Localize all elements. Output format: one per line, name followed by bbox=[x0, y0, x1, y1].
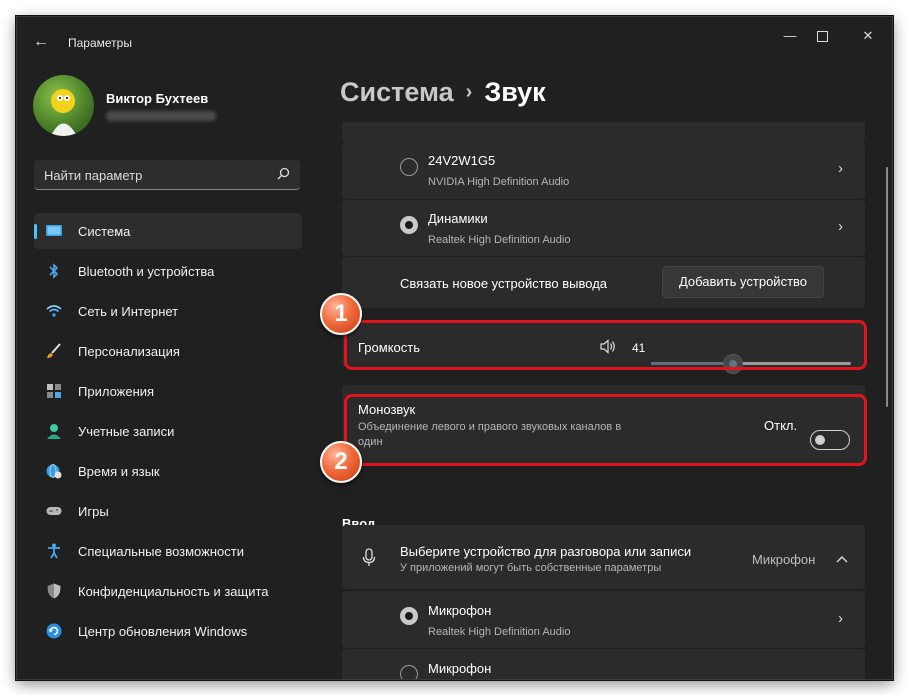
pair-output-label: Связать новое устройство вывода bbox=[400, 276, 608, 291]
accessibility-icon bbox=[48, 543, 60, 559]
search-icon[interactable] bbox=[277, 167, 290, 180]
output-device-driver: Realtek High Definition Audio bbox=[428, 234, 571, 246]
scrollbar[interactable] bbox=[886, 167, 888, 407]
system-display-icon bbox=[46, 225, 62, 236]
output-device-radio-selected[interactable] bbox=[400, 216, 418, 234]
pair-output-row: Связать новое устройство вывода Добавить… bbox=[342, 257, 865, 308]
sidebar-item-network[interactable]: Сеть и Интернет bbox=[34, 293, 302, 329]
chevron-right-icon[interactable]: › bbox=[838, 218, 843, 235]
sidebar-item-label: Приложения bbox=[78, 384, 155, 399]
sidebar-item-label: Система bbox=[78, 224, 131, 239]
step-badge-2: 2 bbox=[320, 441, 362, 483]
maximize-button[interactable] bbox=[807, 25, 837, 47]
input-device-name: Микрофон bbox=[428, 661, 492, 676]
highlight-volume bbox=[344, 320, 867, 370]
sidebar-item-windows-update[interactable]: Центр обновления Windows bbox=[34, 613, 302, 649]
brush-icon bbox=[47, 343, 61, 358]
sidebar-nav: Система Bluetooth и устройства Сеть и Ин… bbox=[34, 213, 302, 653]
avatar-image bbox=[51, 89, 77, 136]
sidebar-item-system[interactable]: Система bbox=[34, 213, 302, 249]
gamepad-icon bbox=[46, 507, 62, 515]
back-arrow-icon: ← bbox=[33, 33, 49, 50]
sidebar-item-label: Учетные записи bbox=[78, 424, 175, 439]
sidebar-item-privacy[interactable]: Конфиденциальность и защита bbox=[34, 573, 302, 609]
apps-icon bbox=[47, 384, 61, 398]
breadcrumb-parent[interactable]: Система bbox=[340, 77, 454, 107]
sidebar-item-personalization[interactable]: Персонализация bbox=[34, 333, 302, 369]
input-device-driver: Realtek High Definition Audio bbox=[428, 626, 571, 638]
input-header-subtitle: У приложений могут быть собственные пара… bbox=[400, 562, 662, 574]
output-header-card-clipped bbox=[342, 122, 865, 142]
sidebar-item-label: Специальные возможности bbox=[78, 544, 244, 559]
sidebar-item-label: Конфиденциальность и защита bbox=[78, 584, 269, 599]
sidebar-item-label: Центр обновления Windows bbox=[78, 624, 248, 639]
back-button[interactable]: ← bbox=[33, 33, 51, 51]
highlight-mono bbox=[344, 394, 867, 466]
microphone-icon bbox=[362, 548, 376, 566]
output-device-name: 24V2W1G5 bbox=[428, 153, 496, 168]
bluetooth-icon bbox=[49, 263, 59, 279]
sidebar-item-label: Сеть и Интернет bbox=[78, 304, 179, 319]
input-device-row[interactable]: Микрофон Realtek High Definition Audio › bbox=[342, 591, 865, 648]
search-box[interactable]: Найти параметр bbox=[34, 160, 300, 190]
chevron-up-icon[interactable] bbox=[836, 555, 848, 563]
chevron-right-icon[interactable]: › bbox=[838, 610, 843, 627]
app-title: Параметры bbox=[68, 36, 132, 50]
minimize-button[interactable]: — bbox=[775, 25, 805, 47]
page-title: Звук bbox=[484, 77, 546, 107]
settings-window: ← Параметры — ✕ Виктор Бухтеев Найти пар… bbox=[16, 16, 893, 680]
sidebar-item-label: Время и язык bbox=[78, 464, 160, 479]
sidebar-item-label: Игры bbox=[78, 504, 109, 519]
avatar[interactable] bbox=[33, 75, 94, 136]
search-input[interactable]: Найти параметр bbox=[44, 168, 142, 183]
output-device-row[interactable]: Динамики Realtek High Definition Audio › bbox=[342, 200, 865, 256]
output-device-radio[interactable] bbox=[400, 158, 418, 176]
output-device-driver: NVIDIA High Definition Audio bbox=[428, 176, 570, 188]
input-device-radio[interactable] bbox=[400, 665, 418, 679]
maximize-icon bbox=[816, 31, 828, 42]
sidebar-item-apps[interactable]: Приложения bbox=[34, 373, 302, 409]
sidebar-item-gaming[interactable]: Игры bbox=[34, 493, 302, 529]
input-device-radio-selected[interactable] bbox=[400, 607, 418, 625]
sidebar-item-label: Персонализация bbox=[78, 344, 180, 359]
sidebar-item-accessibility[interactable]: Специальные возможности bbox=[34, 533, 302, 569]
minimize-icon: — bbox=[783, 28, 797, 43]
sidebar-item-label: Bluetooth и устройства bbox=[78, 264, 215, 279]
title-bar: ← Параметры — ✕ bbox=[17, 17, 892, 65]
breadcrumb: Система › Звук bbox=[340, 77, 546, 108]
input-device-name: Микрофон bbox=[428, 603, 492, 618]
output-device-name: Динамики bbox=[428, 211, 488, 226]
shield-icon bbox=[47, 583, 61, 599]
step-badge-1: 1 bbox=[320, 293, 362, 335]
close-icon: ✕ bbox=[862, 28, 874, 43]
user-email-blurred bbox=[106, 111, 216, 121]
wifi-icon bbox=[46, 305, 62, 317]
account-icon bbox=[47, 424, 61, 439]
add-device-button[interactable]: Добавить устройство bbox=[662, 266, 824, 298]
chevron-right-icon[interactable]: › bbox=[838, 160, 843, 177]
sidebar-item-accounts[interactable]: Учетные записи bbox=[34, 413, 302, 449]
input-header-row[interactable]: Выберите устройство для разговора или за… bbox=[342, 525, 865, 589]
input-header-title: Выберите устройство для разговора или за… bbox=[400, 544, 692, 559]
input-current-device: Микрофон bbox=[752, 552, 816, 567]
user-name: Виктор Бухтеев bbox=[106, 91, 209, 106]
input-device-row[interactable]: Микрофон bbox=[342, 649, 865, 679]
sidebar-item-time-language[interactable]: Время и язык bbox=[34, 453, 302, 489]
globe-clock-icon bbox=[46, 464, 62, 479]
close-button[interactable]: ✕ bbox=[853, 25, 883, 47]
breadcrumb-separator-icon: › bbox=[465, 81, 473, 103]
sidebar-item-bluetooth[interactable]: Bluetooth и устройства bbox=[34, 253, 302, 289]
output-device-row[interactable]: 24V2W1G5 NVIDIA High Definition Audio › bbox=[342, 142, 865, 199]
update-icon bbox=[46, 623, 62, 639]
